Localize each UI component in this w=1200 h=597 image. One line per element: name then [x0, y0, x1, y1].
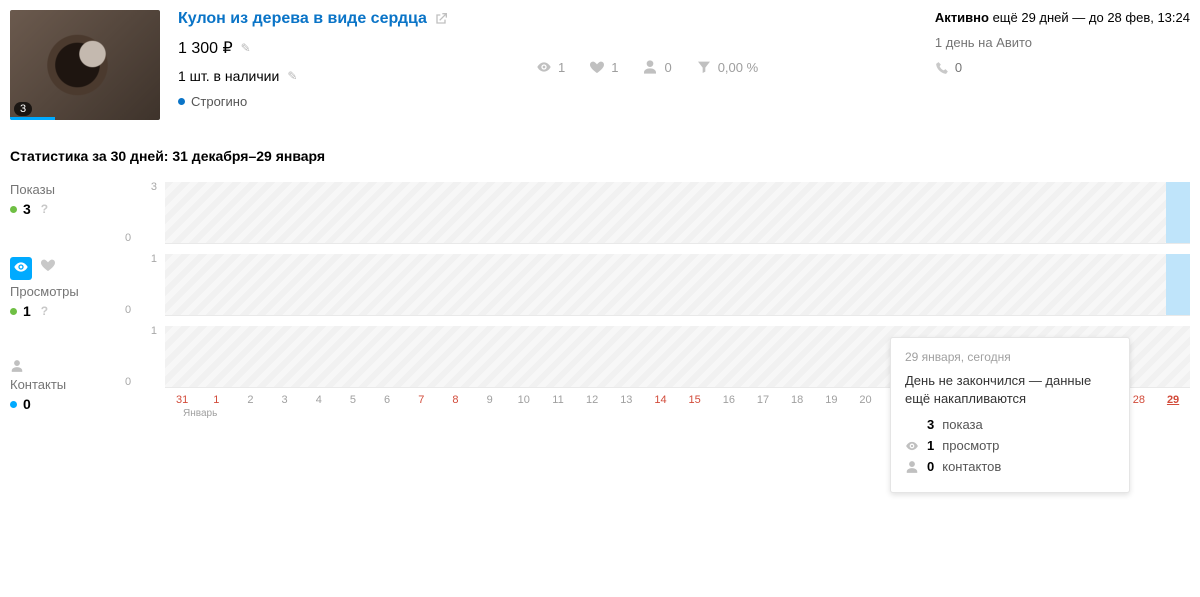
edit-stock-icon[interactable]: ✎	[287, 69, 297, 83]
tooltip-note: День не закончился — данные ещё накаплив…	[905, 372, 1115, 407]
chart-area: Показы 3? Просмотры 1? Контакты 0 30 10	[0, 182, 1200, 452]
days-on-site: 1 день на Авито	[935, 35, 1190, 50]
stat-views-value: 1	[558, 60, 565, 75]
view-mode-eye[interactable]	[10, 257, 32, 280]
x-tick: 7	[404, 394, 438, 406]
y-tick: 0	[125, 285, 157, 316]
legend-shows-label: Показы	[10, 182, 125, 197]
heart-icon	[589, 59, 605, 75]
status-column: Активно ещё 29 дней — до 28 фев, 13:24 1…	[935, 10, 1190, 120]
dot-icon	[10, 206, 17, 213]
listing-header: 3 Кулон из дерева в виде сердца 1 300 ₽ …	[0, 0, 1200, 120]
chart-tooltip: 29 января, сегодня День не закончился — …	[890, 337, 1130, 493]
y-tick: 1	[125, 326, 157, 357]
chart-panel-shows[interactable]	[165, 182, 1190, 244]
legend-column: Показы 3? Просмотры 1? Контакты 0	[10, 182, 125, 452]
stat-contacts-value: 0	[664, 60, 671, 75]
stat-conversion-value: 0,00 %	[718, 60, 758, 75]
plots-column: 30 10 10 3112345678910111213141516171819…	[125, 182, 1190, 452]
x-tick: 18	[780, 394, 814, 406]
x-tick: 15	[678, 394, 712, 406]
legend-contacts: Контакты 0	[10, 359, 125, 412]
status-active-rest: ещё 29 дней — до 28 фев, 13:24	[989, 10, 1190, 25]
edit-price-icon[interactable]: ✎	[241, 41, 251, 55]
y-tick: 0	[125, 357, 157, 388]
x-tick: 9	[473, 394, 507, 406]
x-tick: 12	[575, 394, 609, 406]
eye-icon	[905, 439, 919, 453]
legend-shows-value: 3	[23, 201, 31, 217]
x-tick: 10	[507, 394, 541, 406]
legend-shows: Показы 3?	[10, 182, 125, 217]
y-tick: 3	[125, 182, 157, 213]
top-stats: 1 1 0 0,00 %	[536, 14, 758, 120]
photo-count-badge: 3	[14, 102, 32, 116]
chart-panel-views[interactable]	[165, 254, 1190, 316]
x-tick: 6	[370, 394, 404, 406]
x-tick: 1	[199, 394, 233, 406]
x-tick: 2	[233, 394, 267, 406]
dot-icon	[10, 401, 17, 408]
stat-favorites: 1	[589, 59, 618, 75]
x-tick: 16	[712, 394, 746, 406]
listing-stock: 1 шт. в наличии	[178, 68, 279, 84]
y-tick: 0	[125, 213, 157, 244]
tooltip-shows: 3показа	[905, 417, 1115, 432]
listing-details: Кулон из дерева в виде сердца 1 300 ₽ ✎ …	[178, 10, 518, 120]
x-tick: 14	[643, 394, 677, 406]
tooltip-contacts: 0контактов	[905, 459, 1115, 474]
user-icon	[905, 460, 919, 474]
x-tick: 8	[438, 394, 472, 406]
stats-title: Статистика за 30 дней: 31 декабря–29 янв…	[0, 120, 1200, 182]
status-active: Активно ещё 29 дней — до 28 фев, 13:24	[935, 10, 1190, 25]
legend-contacts-label: Контакты	[10, 377, 125, 392]
legend-views-value: 1	[23, 303, 31, 319]
x-tick: 17	[746, 394, 780, 406]
phone-count: 0	[955, 60, 962, 75]
status-active-label: Активно	[935, 10, 989, 25]
phone-stat: 0	[935, 60, 1190, 75]
x-tick: 19	[814, 394, 848, 406]
listing-title-link[interactable]: Кулон из дерева в виде сердца	[178, 10, 427, 28]
dot-icon	[10, 308, 17, 315]
listing-price: 1 300 ₽	[178, 38, 233, 58]
help-icon[interactable]: ?	[41, 202, 48, 216]
location-dot-icon	[178, 98, 185, 105]
x-tick: 29	[1156, 394, 1190, 406]
stat-contacts: 0	[642, 59, 671, 75]
legend-contacts-value: 0	[23, 396, 31, 412]
phone-icon	[935, 61, 949, 75]
user-icon	[642, 59, 658, 75]
x-tick: 31	[165, 394, 199, 406]
tooltip-views: 1просмотр	[905, 438, 1115, 453]
x-tick: 11	[541, 394, 575, 406]
funnel-icon	[696, 59, 712, 75]
tooltip-date: 29 января, сегодня	[905, 350, 1115, 364]
external-link-icon[interactable]	[433, 11, 449, 27]
stat-views: 1	[536, 59, 565, 75]
legend-views-label: Просмотры	[10, 284, 125, 299]
help-icon[interactable]: ?	[41, 304, 48, 318]
y-tick: 1	[125, 254, 157, 285]
thumb-progress	[10, 117, 55, 120]
legend-views: Просмотры 1?	[10, 257, 125, 319]
user-icon	[10, 359, 24, 373]
listing-thumbnail[interactable]: 3	[10, 10, 160, 120]
x-tick: 13	[609, 394, 643, 406]
view-mode-heart[interactable]	[40, 257, 56, 280]
stat-conversion: 0,00 %	[696, 59, 758, 75]
stat-favorites-value: 1	[611, 60, 618, 75]
listing-location: Строгино	[191, 94, 247, 109]
x-tick: 20	[848, 394, 882, 406]
x-tick: 3	[268, 394, 302, 406]
x-tick: 5	[336, 394, 370, 406]
eye-icon	[536, 59, 552, 75]
x-tick: 4	[302, 394, 336, 406]
